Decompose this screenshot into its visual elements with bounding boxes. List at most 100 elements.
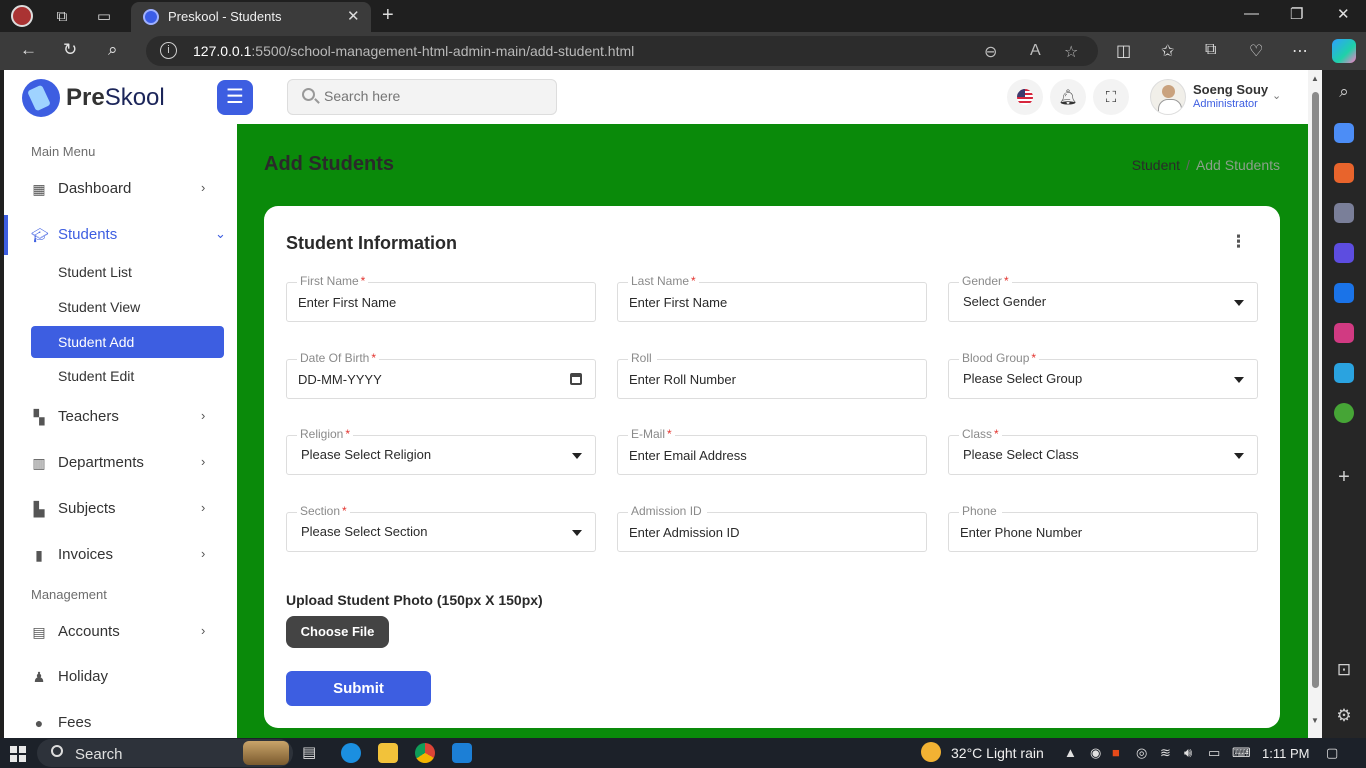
phone-field[interactable]: Phone Enter Phone Number <box>948 504 1258 552</box>
religion-select[interactable]: Religion * Please Select Religion <box>286 427 596 475</box>
gender-select[interactable]: Gender * Select Gender <box>948 274 1258 322</box>
avatar[interactable] <box>1150 79 1186 115</box>
sidebar-item-invoices[interactable]: ▮ Invoices › <box>4 535 237 575</box>
tree-icon[interactable] <box>1334 403 1354 423</box>
clock[interactable]: 1:11 PM <box>1262 746 1309 761</box>
language-flag-button[interactable] <box>1007 79 1043 115</box>
first-name-field[interactable]: First Name * Enter First Name <box>286 274 596 322</box>
read-aloud-icon[interactable]: A <box>1030 42 1041 60</box>
sidebar-subitem-student-view[interactable]: Student View <box>31 291 224 323</box>
vscode-icon[interactable] <box>452 743 472 763</box>
split-screen-icon[interactable]: ◫ <box>1116 41 1131 61</box>
blood-group-select[interactable]: Blood Group * Please Select Group <box>948 351 1258 399</box>
tools-icon[interactable] <box>1334 163 1354 183</box>
scroll-down-icon[interactable]: ▼ <box>1311 716 1319 725</box>
more-options-icon[interactable]: ⋮ <box>1230 232 1247 252</box>
notifications-icon[interactable]: ▢ <box>1326 745 1338 761</box>
shopping-tag-icon[interactable] <box>1334 123 1354 143</box>
add-icon[interactable]: + <box>1334 466 1354 489</box>
tray-app-icon[interactable]: ◉ <box>1090 745 1101 761</box>
windows-start-icon[interactable] <box>10 746 26 762</box>
tab-close-icon[interactable]: ✕ <box>347 7 360 25</box>
favorites-icon[interactable]: ✩ <box>1161 41 1174 61</box>
fullscreen-icon[interactable]: ⛶ <box>1093 79 1129 115</box>
calendar-icon[interactable] <box>570 373 582 385</box>
sidebar-item-holiday[interactable]: ♟ Holiday <box>4 657 237 697</box>
copilot-icon[interactable] <box>1332 39 1356 63</box>
settings-more-icon[interactable]: ⋯ <box>1292 41 1308 61</box>
zoom-out-icon[interactable]: ⊖ <box>984 42 997 62</box>
edge-app-icon[interactable] <box>341 743 361 763</box>
logo-icon[interactable] <box>22 79 60 117</box>
url-text[interactable]: 127.0.0.1:5500/school-management-html-ad… <box>193 43 634 59</box>
keyboard-icon[interactable]: ⌨ <box>1232 745 1251 761</box>
taskbar-search[interactable]: Search <box>37 739 293 767</box>
volume-icon[interactable]: 🔊︎ <box>1184 745 1192 761</box>
logo-text[interactable]: PreSkool <box>66 84 165 112</box>
chevron-down-icon[interactable]: ⌄ <box>1272 89 1281 102</box>
admission-id-field[interactable]: Admission ID Enter Admission ID <box>617 504 927 552</box>
choose-file-button[interactable]: Choose File <box>286 616 389 648</box>
sidebar-item-subjects[interactable]: ▙ Subjects › <box>4 489 237 529</box>
minimize-icon[interactable]: — <box>1244 5 1259 22</box>
copilot-app-icon[interactable] <box>1334 243 1354 263</box>
search-icon[interactable]: ⌕ <box>1334 82 1354 102</box>
browser-tab-active[interactable]: Preskool - Students ✕ <box>131 2 371 32</box>
chrome-icon[interactable] <box>415 743 435 763</box>
sidebar-item-fees[interactable]: ● Fees <box>4 703 237 738</box>
scrollbar-thumb[interactable] <box>1312 92 1319 688</box>
designer-icon[interactable] <box>1334 323 1354 343</box>
email-field[interactable]: E-Mail * Enter Email Address <box>617 427 927 475</box>
sidebar-subitem-student-edit[interactable]: Student Edit <box>31 360 224 392</box>
notification-bell-icon[interactable]: 🔔︎ <box>1050 79 1086 115</box>
favorite-star-icon[interactable]: ☆ <box>1064 42 1078 62</box>
wifi-icon[interactable]: ≋ <box>1160 745 1171 761</box>
search-web-icon[interactable]: ⌕ <box>108 40 118 60</box>
telegram-icon[interactable] <box>1334 363 1354 383</box>
site-info-icon[interactable]: i <box>160 42 177 59</box>
display-icon[interactable]: ▭ <box>1208 745 1220 761</box>
weather-icon[interactable] <box>921 742 941 762</box>
collections-icon[interactable]: ⧉ <box>1205 41 1216 59</box>
gear-icon[interactable]: ⚙ <box>1334 706 1354 726</box>
close-window-icon[interactable]: ✕ <box>1337 5 1350 23</box>
google-drive-icon[interactable]: ▲ <box>1064 745 1077 760</box>
scroll-up-icon[interactable]: ▲ <box>1311 74 1319 83</box>
sidebar-subitem-student-list[interactable]: Student List <box>31 256 224 288</box>
sidebar-subitem-student-add[interactable]: Student Add <box>31 326 224 358</box>
search-box[interactable] <box>287 79 557 115</box>
class-select[interactable]: Class * Please Select Class <box>948 427 1258 475</box>
tray-sync-icon[interactable]: ◎ <box>1136 745 1147 761</box>
sidebar-item-dashboard[interactable]: ▦ Dashboard › <box>4 169 237 209</box>
address-bar[interactable]: i 127.0.0.1:5500/school-management-html-… <box>146 36 1098 66</box>
weather-text[interactable]: 32°C Light rain <box>951 745 1044 761</box>
task-view-icon[interactable]: ▤ <box>302 743 322 763</box>
section-select[interactable]: Section * Please Select Section <box>286 504 596 552</box>
date-of-birth-field[interactable]: Date Of Birth * DD-MM-YYYY <box>286 351 596 399</box>
sidebar-item-teachers[interactable]: ▚ Teachers › <box>4 397 237 437</box>
file-explorer-icon[interactable] <box>378 743 398 763</box>
menu-toggle-button[interactable]: ☰ <box>217 80 253 115</box>
roll-field[interactable]: Roll Enter Roll Number <box>617 351 927 399</box>
refresh-icon[interactable]: ↻ <box>63 40 77 60</box>
breadcrumb-parent[interactable]: Student <box>1132 157 1180 173</box>
sidebar-item-students[interactable]: 🎓︎ Students ⌄ <box>4 215 237 255</box>
back-icon[interactable]: ← <box>20 40 37 60</box>
submit-button[interactable]: Submit <box>286 671 431 706</box>
restore-icon[interactable]: ❐ <box>1290 5 1303 23</box>
tab-actions-icon[interactable]: ▭ <box>92 4 116 28</box>
page-scrollbar[interactable]: ▲ ▼ <box>1308 70 1322 738</box>
outlook-icon[interactable] <box>1334 283 1354 303</box>
sidebar-item-departments[interactable]: ▥ Departments › <box>4 443 237 483</box>
games-icon[interactable] <box>1334 203 1354 223</box>
profile-avatar-icon[interactable] <box>10 4 34 28</box>
user-name[interactable]: Soeng Souy <box>1193 82 1268 97</box>
browser-essentials-icon[interactable]: ♡ <box>1249 41 1263 61</box>
office-icon[interactable]: ■ <box>1112 745 1120 760</box>
search-input[interactable] <box>324 88 544 104</box>
screenshot-icon[interactable]: ⊡ <box>1334 660 1354 680</box>
last-name-field[interactable]: Last Name * Enter First Name <box>617 274 927 322</box>
workspaces-icon[interactable]: ⧉ <box>50 4 74 28</box>
new-tab-icon[interactable]: + <box>382 4 394 27</box>
sidebar-item-accounts[interactable]: ▤ Accounts › <box>4 612 237 652</box>
